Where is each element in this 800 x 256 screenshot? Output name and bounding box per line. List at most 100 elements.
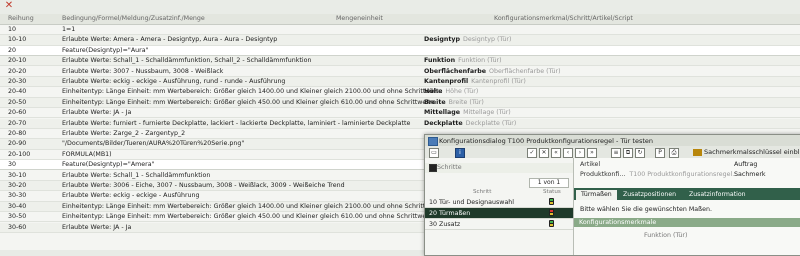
row-feature: Deckplatte Deckplatte (Tür) xyxy=(424,120,516,127)
config-dialog: Konfigurationsdialog T100 Produktkonfigu… xyxy=(424,134,800,256)
row-condition: "/Documents/Bilder/Tueren/AURA%20Türen%2… xyxy=(62,140,245,148)
cancel-icon[interactable]: ✕ xyxy=(539,148,549,158)
row-condition: Erlaubte Werte: JA - Ja xyxy=(62,223,132,231)
tab-tuermassen[interactable]: Türmaßen xyxy=(576,190,617,200)
steps-checkbox[interactable] xyxy=(429,164,437,172)
row-feature xyxy=(424,26,427,33)
table-row[interactable]: 20-70 Erlaubte Werte: furniert - furniert… xyxy=(0,118,800,129)
tab-zusatzinformation[interactable]: Zusatzinformation xyxy=(684,190,751,200)
dialog-title: Konfigurationsdialog T100 Produktkonfigu… xyxy=(439,137,654,145)
row-condition: Einheitentyp: Länge Einheit: mm Werteber… xyxy=(62,213,435,221)
top-toolbar: ✕ xyxy=(0,0,800,15)
row-condition: Einheitentyp: Länge Einheit: mm Werteber… xyxy=(62,98,435,106)
feature-desc: Breite (Tür) xyxy=(448,98,484,106)
step-item[interactable]: 30 Zusatz xyxy=(425,219,573,230)
row-condition: Erlaubte Werte: Schall_1 - Schalldämmfun… xyxy=(62,57,312,65)
next-icon[interactable]: › xyxy=(575,148,585,158)
row-feature: Breite Breite (Tür) xyxy=(424,99,484,106)
table-row[interactable]: 20-50 Einheitentyp: Länge Einheit: mm Wer… xyxy=(0,97,800,109)
step-item[interactable]: 20 Türmaßen xyxy=(425,208,573,219)
row-feature: Oberflächenfarbe Oberflächenfarbe (Tür) xyxy=(424,68,561,75)
row-condition: Erlaubte Werte: eckig - eckige - Ausführ… xyxy=(62,192,200,200)
close-icon[interactable]: ✕ xyxy=(4,1,14,11)
feature-desc: Oberflächenfarbe (Tür) xyxy=(489,67,561,75)
table-row[interactable]: 20-30 Erlaubte Werte: eckig - eckige - Au… xyxy=(0,77,800,88)
step-item[interactable]: 10 Tür- und Designauswahl xyxy=(425,197,573,208)
header-feature[interactable]: Konfigurationsmerkmal/Schritt/Artikel/Sc… xyxy=(494,15,633,22)
row-rank: 20-90 xyxy=(8,140,27,148)
row-condition: Feature(Designtyp)="Amera" xyxy=(62,161,155,169)
row-rank: 20-30 xyxy=(8,78,27,85)
row-feature: Kantenprofil Kantenprofil (Tür) xyxy=(424,78,526,85)
feature-name: Oberflächenfarbe xyxy=(424,67,486,75)
steps-header: Schritt Status xyxy=(425,189,573,196)
check-icon[interactable]: ✓ xyxy=(527,148,537,158)
faded-label: Funktion (Tür) xyxy=(644,232,688,239)
last-icon[interactable]: » xyxy=(587,148,597,158)
table-row[interactable]: 20-40 Einheitentyp: Länge Einheit: mm Wer… xyxy=(0,87,800,98)
feature-name: Designtyp xyxy=(424,36,461,44)
feature-name: Funktion xyxy=(424,57,456,65)
feature-desc: Designtyp (Tür) xyxy=(463,36,512,44)
app-icon xyxy=(428,137,438,146)
feature-key-label: Sachmerk xyxy=(734,171,766,178)
section-header: Konfigurationsmerkmale xyxy=(574,218,800,227)
row-condition: Erlaubte Werte: 3006 - Eiche, 3007 - Nus… xyxy=(62,182,345,189)
article-row: Artikel xyxy=(580,161,601,168)
feature-desc: Höhe (Tür) xyxy=(445,88,479,96)
row-condition: Einheitentyp: Länge Einheit: mm Werteber… xyxy=(62,88,443,96)
row-rank: 30-30 xyxy=(8,192,27,200)
feature-name: Mittellage xyxy=(424,109,461,117)
key-icon xyxy=(693,148,702,156)
info-icon[interactable]: i xyxy=(455,148,465,158)
row-rank: 20-10 xyxy=(8,57,27,65)
feature-desc: Deckplatte (Tür) xyxy=(465,119,517,127)
row-feature: Höhe Höhe (Tür) xyxy=(424,88,478,95)
refresh-icon[interactable]: ↻ xyxy=(635,148,645,158)
table-row[interactable]: 20-60 Erlaubte Werte: JA - Ja Mittellage Mi… xyxy=(0,108,800,119)
status-traffic-light-icon xyxy=(549,209,554,216)
row-condition: Erlaubte Werte: Zarge_2 - Zargentyp_2 xyxy=(62,130,186,137)
product-row: Produktkonfi... T100 Produktkonfiguration… xyxy=(580,171,739,178)
grid-header: Reihung Bedingung/Formel/Meldung/Zusatzi… xyxy=(0,14,800,25)
row-condition: Erlaubte Werte: JA - Ja xyxy=(62,109,132,117)
row-condition: 1=1 xyxy=(62,26,76,33)
row-feature xyxy=(424,47,427,54)
feature-desc: Kantenprofil (Tür) xyxy=(471,78,526,85)
table-row[interactable]: 20-20 Erlaubte Werte: 3007 - Nussbaum, 30… xyxy=(0,67,800,77)
row-rank: 20-50 xyxy=(8,98,27,106)
print-icon[interactable]: ⎙ xyxy=(669,148,679,158)
status-traffic-light-icon xyxy=(549,220,554,227)
row-rank: 20-20 xyxy=(8,67,27,75)
header-condition[interactable]: Bedingung/Formel/Meldung/Zusatzinf./Meng… xyxy=(62,15,205,22)
table-row[interactable]: 10 1=1 xyxy=(0,25,800,36)
tab-zusatzpositionen[interactable]: Zusatzpositionen xyxy=(618,190,681,200)
detail-panel: Artikel Produktkonfi... T100 Produktkonfi… xyxy=(574,158,800,255)
steps-panel: Schritte 1 von 1 Schritt Status 10 Tür- … xyxy=(425,158,574,255)
feature-name: Kantenprofil xyxy=(424,78,469,85)
pager[interactable]: 1 von 1 xyxy=(529,178,569,188)
table-row[interactable]: 20-10 Erlaubte Werte: Schall_1 - Schalldä… xyxy=(0,56,800,67)
prev-icon[interactable]: ‹ xyxy=(563,148,573,158)
list-icon[interactable]: ≡ xyxy=(611,148,621,158)
header-unit[interactable]: Mengeneinheit xyxy=(336,15,383,22)
row-rank: 30-10 xyxy=(8,171,27,179)
row-rank: 20-60 xyxy=(8,109,27,117)
table-row[interactable]: 20 Feature(Designtyp)="Aura" xyxy=(0,45,800,57)
row-condition: FORMULA(MB1) xyxy=(62,150,112,158)
step-label: 30 Zusatz xyxy=(429,221,461,228)
page-icon[interactable]: ▭ xyxy=(429,148,439,158)
row-rank: 30-60 xyxy=(8,223,27,231)
pdf-icon[interactable]: P xyxy=(655,148,665,158)
step-label: 10 Tür- und Designauswahl xyxy=(429,199,515,206)
table-row[interactable]: 10-10 Erlaubte Werte: Amera - Amera - Des… xyxy=(0,35,800,46)
header-rank[interactable]: Reihung xyxy=(8,15,34,22)
first-icon[interactable]: « xyxy=(551,148,561,158)
sachmerkmal-button[interactable]: Sachmerkmalsschlüssel einble xyxy=(693,148,800,156)
row-rank: 20-70 xyxy=(8,119,27,127)
copy-icon[interactable]: ⧉ xyxy=(623,148,633,158)
row-rank: 30-40 xyxy=(8,202,27,210)
row-condition: Erlaubte Werte: 3007 - Nussbaum, 3008 - … xyxy=(62,67,224,75)
row-feature: Mittellage Mittellage (Tür) xyxy=(424,109,511,116)
tab-bar: Türmaßen Zusatzpositionen Zusatzinformat… xyxy=(574,188,800,200)
